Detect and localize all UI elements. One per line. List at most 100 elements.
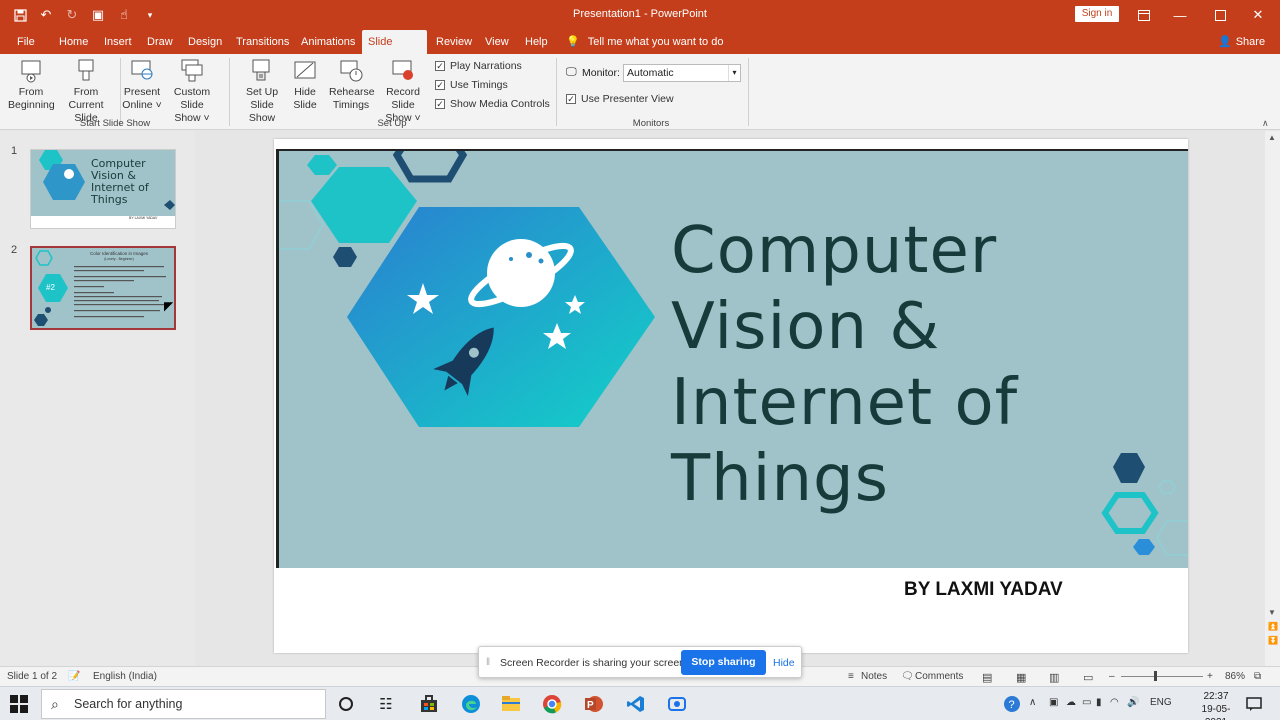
- from-current-slide-button[interactable]: From Current Slide: [56, 58, 116, 125]
- onedrive-icon[interactable]: ☁: [1066, 697, 1076, 708]
- comments-button[interactable]: Comments: [915, 671, 963, 682]
- record-line1: Record Slide: [386, 86, 420, 111]
- set-up-slide-show-button[interactable]: Set Up Slide Show: [236, 58, 288, 125]
- vscode-app-icon[interactable]: [624, 692, 648, 716]
- minimize-icon[interactable]: —: [1160, 0, 1200, 30]
- use-presenter-view-checkbox[interactable]: ✓ Use Presenter View: [566, 93, 674, 105]
- redo-icon[interactable]: ↻: [62, 5, 82, 25]
- separator: [556, 58, 557, 126]
- slide-title[interactable]: Computer Vision & Internet of Things: [671, 213, 1018, 517]
- spellcheck-icon[interactable]: 📝: [68, 671, 80, 682]
- present-online-button[interactable]: Present Online ˅: [122, 58, 162, 112]
- show-hidden-icons[interactable]: ∧: [1029, 697, 1036, 708]
- hide-slide-line2: Slide: [293, 99, 317, 111]
- chrome-browser-icon[interactable]: [540, 692, 564, 716]
- input-language[interactable]: ENG: [1150, 697, 1172, 708]
- slide-show-view-icon[interactable]: ▭: [1083, 671, 1093, 684]
- tab-design[interactable]: Design: [182, 30, 228, 54]
- wifi-icon[interactable]: ◠: [1110, 697, 1119, 708]
- task-view-icon[interactable]: ☷: [374, 692, 398, 716]
- show-media-controls-checkbox[interactable]: ✓ Show Media Controls: [435, 98, 550, 110]
- undo-icon[interactable]: ↶: [36, 5, 56, 25]
- custom-slide-show-button[interactable]: Custom Slide Show ˅: [161, 58, 223, 125]
- tab-help[interactable]: Help: [519, 30, 554, 54]
- monitor-dropdown[interactable]: Automatic ▾: [623, 64, 741, 82]
- zoom-in-icon[interactable]: +: [1207, 671, 1213, 682]
- from-current-line1: From: [73, 86, 99, 98]
- file-explorer-icon[interactable]: [499, 692, 523, 716]
- tab-slide-show[interactable]: Slide Show: [362, 30, 427, 72]
- setup-show-line1: Set Up: [245, 86, 279, 98]
- fit-slide-icon[interactable]: ⧉: [1254, 671, 1261, 682]
- taskbar-search-box[interactable]: ⌕ Search for anything: [41, 689, 326, 719]
- screen-recorder-app-icon[interactable]: [665, 692, 689, 716]
- maximize-icon[interactable]: [1200, 0, 1240, 30]
- chevron-down-icon: ▾: [728, 65, 740, 81]
- hide-slide-button[interactable]: Hide Slide: [290, 58, 320, 112]
- previous-slide-icon[interactable]: ⏫: [1268, 622, 1278, 631]
- slide-byline[interactable]: BY LAXMI YADAV: [904, 579, 1063, 601]
- notes-button[interactable]: Notes: [861, 671, 887, 682]
- touch-mode-icon[interactable]: ☝: [114, 5, 134, 25]
- ribbon-display-options-icon[interactable]: [1124, 0, 1164, 30]
- tab-animations[interactable]: Animations: [295, 30, 361, 54]
- stop-sharing-button[interactable]: Stop sharing: [681, 650, 766, 675]
- scroll-up-icon[interactable]: ▲: [1268, 133, 1276, 142]
- zoom-level[interactable]: 86%: [1225, 671, 1245, 682]
- tell-me-search[interactable]: 💡 Tell me what you want to do: [566, 30, 723, 54]
- collapse-ribbon-icon[interactable]: ∧: [1262, 118, 1269, 129]
- powerpoint-app-icon[interactable]: P: [582, 692, 606, 716]
- drag-handle-icon[interactable]: ‖: [486, 657, 490, 668]
- store-icon[interactable]: [417, 692, 441, 716]
- hide-sharing-bar-link[interactable]: Hide: [773, 657, 795, 669]
- taskbar-clock[interactable]: 22:37 19-05-2021: [1194, 690, 1238, 720]
- tab-home[interactable]: Home: [53, 30, 94, 54]
- zoom-slider[interactable]: [1121, 676, 1203, 677]
- tab-review[interactable]: Review: [430, 30, 478, 54]
- language-indicator[interactable]: English (India): [93, 671, 157, 682]
- from-beginning-button[interactable]: From Beginning: [8, 58, 55, 112]
- record-slide-show-button[interactable]: Record Slide Show ˅: [374, 58, 432, 125]
- customize-qat-icon[interactable]: ▾: [140, 5, 160, 25]
- battery-icon[interactable]: ▮: [1096, 697, 1102, 708]
- from-current-icon: [78, 59, 94, 81]
- use-timings-checkbox[interactable]: ✓ Use Timings: [435, 79, 508, 91]
- close-icon[interactable]: ✕: [1238, 0, 1278, 30]
- zoom-out-icon[interactable]: –: [1109, 671, 1115, 682]
- windows-start-icon[interactable]: [10, 695, 28, 713]
- share-button[interactable]: 👤 Share: [1218, 30, 1265, 54]
- tab-transitions[interactable]: Transitions: [230, 30, 295, 54]
- notification-center-icon[interactable]: [1242, 692, 1266, 716]
- slide-thumbnail-1[interactable]: Computer Vision & Internet of Things BY …: [30, 149, 176, 229]
- ribbon: From Beginning From Current Slide Presen…: [0, 54, 1280, 130]
- slide-canvas[interactable]: Computer Vision & Internet of Things BY …: [274, 139, 1188, 653]
- play-narrations-checkbox[interactable]: ✓ Play Narrations: [435, 60, 522, 72]
- next-slide-icon[interactable]: ⏬: [1268, 636, 1278, 645]
- slide-sorter-icon[interactable]: ▦: [1016, 671, 1026, 684]
- slide-banner: Computer Vision & Internet of Things: [276, 149, 1188, 568]
- cortana-icon[interactable]: [334, 692, 358, 716]
- thumbnail-2-title: Color Identification in Images: [89, 251, 149, 256]
- scroll-down-icon[interactable]: ▼: [1268, 608, 1276, 617]
- slide-thumbnail-2[interactable]: Color Identification in Images (Lovely -…: [30, 246, 176, 330]
- from-beginning-qat-icon[interactable]: ▣: [88, 5, 108, 25]
- help-tray-icon[interactable]: ?: [1000, 692, 1024, 716]
- tab-file[interactable]: File: [11, 30, 41, 54]
- custom-show-icon: [181, 59, 203, 82]
- sign-in-button[interactable]: Sign in: [1075, 6, 1119, 22]
- meet-now-icon[interactable]: ▣: [1049, 697, 1058, 708]
- reading-view-icon[interactable]: ▥: [1049, 671, 1059, 684]
- tab-insert[interactable]: Insert: [98, 30, 138, 54]
- normal-view-icon[interactable]: ▤: [982, 671, 992, 684]
- zoom-slider-thumb[interactable]: [1154, 671, 1157, 681]
- save-icon[interactable]: [10, 5, 30, 25]
- tab-draw[interactable]: Draw: [141, 30, 179, 54]
- svg-text:P: P: [587, 700, 594, 711]
- tab-view[interactable]: View: [479, 30, 515, 54]
- display-icon[interactable]: ▭: [1082, 697, 1091, 708]
- volume-icon[interactable]: 🔊: [1127, 697, 1139, 708]
- custom-show-line1: Custom Slide: [173, 86, 211, 111]
- rehearse-timings-button[interactable]: Rehearse Timings: [329, 58, 375, 112]
- edge-browser-icon[interactable]: [459, 692, 483, 716]
- vertical-scrollbar[interactable]: ▲ ▼ ⏫ ⏬: [1265, 131, 1280, 666]
